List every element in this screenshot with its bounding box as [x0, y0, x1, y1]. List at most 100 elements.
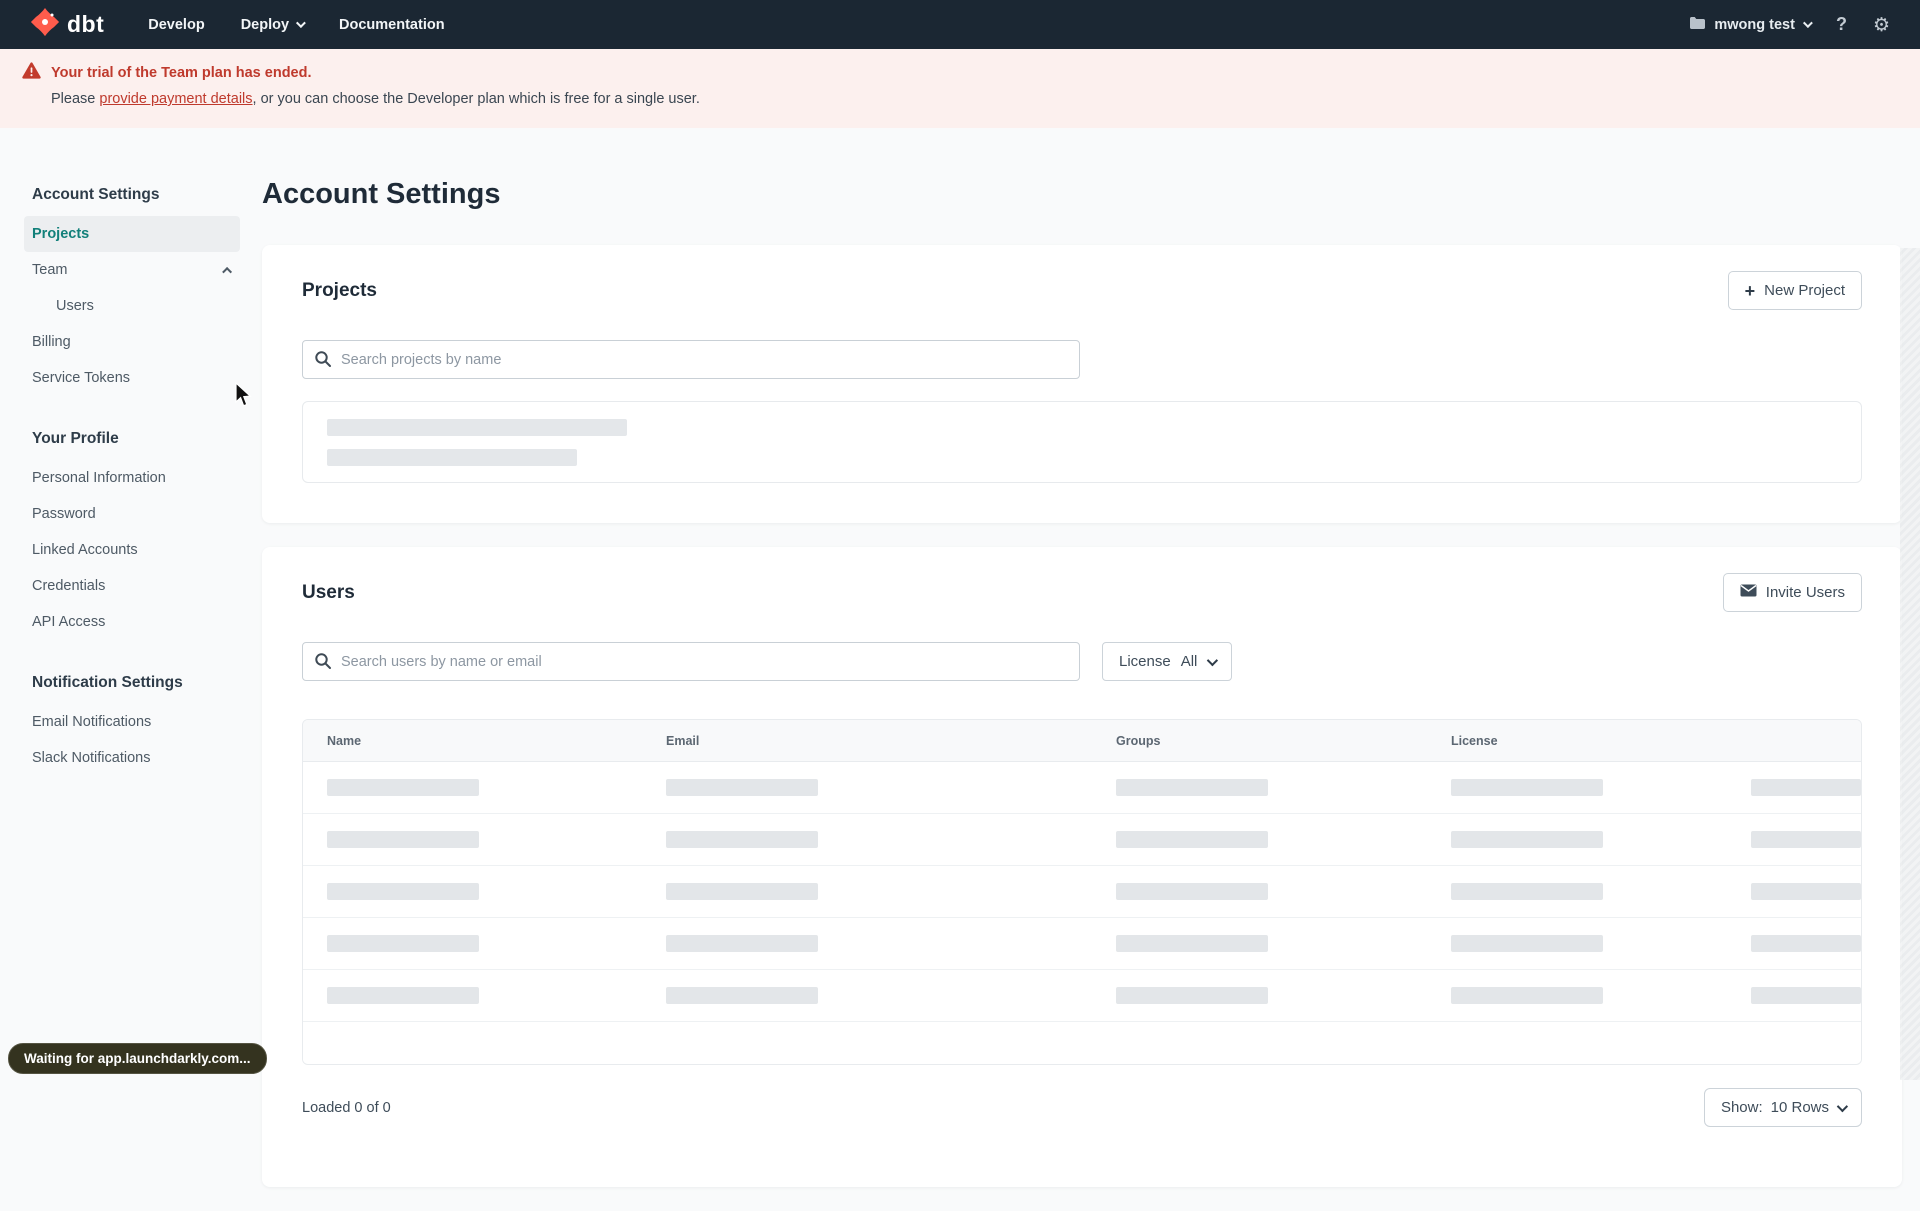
- sidebar-item-label: API Access: [32, 614, 106, 630]
- loading-shimmer-artifact: [1900, 248, 1920, 1080]
- show-label: Show:: [1720, 1099, 1763, 1116]
- skeleton-bar: [1451, 831, 1603, 848]
- skeleton-bar: [327, 883, 479, 900]
- banner-body: Please provide payment details, or you c…: [51, 91, 1920, 107]
- table-cell: [303, 935, 642, 952]
- table-cell: [1427, 987, 1727, 1004]
- skeleton-bar: [1451, 779, 1603, 796]
- nav-item-develop[interactable]: Develop: [148, 17, 204, 33]
- banner-body-prefix: Please: [51, 91, 100, 107]
- table-cell: [642, 883, 1092, 900]
- dbt-logo-text: dbt: [67, 11, 105, 37]
- table-cell: [303, 831, 642, 848]
- sidebar-item-linked-accounts[interactable]: Linked Accounts: [24, 532, 240, 568]
- skeleton-bar: [327, 779, 479, 796]
- table-cell: [642, 935, 1092, 952]
- chevron-down-icon: [295, 18, 306, 29]
- skeleton-bar: [1751, 883, 1861, 900]
- help-icon[interactable]: ?: [1836, 14, 1847, 35]
- sidebar-heading-your-profile: Your Profile: [32, 430, 119, 447]
- dbt-logo-icon: [30, 7, 60, 42]
- projects-loading-skeleton: [302, 401, 1862, 483]
- sidebar-item-label: Linked Accounts: [32, 542, 138, 558]
- skeleton-bar: [1116, 883, 1268, 900]
- sidebar-item-users[interactable]: Users: [24, 288, 240, 324]
- skeleton-bar: [327, 831, 479, 848]
- settings-sidebar: Account Settings Projects Team Users Bil…: [0, 128, 240, 810]
- banner-title: Your trial of the Team plan has ended.: [51, 65, 312, 81]
- chevron-down-icon: [1836, 1100, 1849, 1112]
- sidebar-item-api-access[interactable]: API Access: [24, 604, 240, 640]
- chevron-down-icon: [1802, 18, 1813, 29]
- table-cell: [1727, 935, 1861, 952]
- trial-ended-banner: Your trial of the Team plan has ended. P…: [0, 49, 1920, 128]
- pagination-bar: Loaded 0 of 0 Show: 10 Rows: [302, 1088, 1862, 1127]
- sidebar-item-billing[interactable]: Billing: [24, 324, 240, 360]
- sidebar-item-projects[interactable]: Projects: [24, 216, 240, 252]
- license-filter-value: All: [1180, 653, 1198, 670]
- users-card: Users Invite Users Search users by name …: [262, 547, 1902, 1187]
- account-switcher[interactable]: mwong test: [1689, 16, 1813, 34]
- sidebar-item-service-tokens[interactable]: Service Tokens: [24, 360, 240, 396]
- skeleton-bar: [1116, 831, 1268, 848]
- table-row: [303, 866, 1861, 918]
- sidebar-item-email-notifications[interactable]: Email Notifications: [24, 704, 240, 740]
- table-cell: [1427, 831, 1727, 848]
- search-icon: [314, 652, 332, 675]
- table-cell: [1427, 883, 1727, 900]
- users-table-body: [303, 762, 1861, 1022]
- users-table-header: Name Email Groups License: [303, 720, 1861, 762]
- table-cell: [1092, 883, 1427, 900]
- skeleton-bar: [666, 935, 818, 952]
- table-footer-space: [303, 1022, 1861, 1064]
- nav-item-label: Documentation: [339, 16, 445, 33]
- sidebar-item-label: Users: [56, 298, 94, 314]
- users-card-title: Users: [302, 581, 355, 603]
- sidebar-item-password[interactable]: Password: [24, 496, 240, 532]
- sidebar-item-label: Billing: [32, 334, 71, 350]
- sidebar-item-label: Email Notifications: [32, 714, 152, 730]
- table-cell: [642, 779, 1092, 796]
- plus-icon: +: [1744, 280, 1756, 301]
- sidebar-item-label: Personal Information: [32, 470, 166, 486]
- sidebar-heading-notification-settings: Notification Settings: [32, 674, 183, 691]
- chevron-down-icon: [1207, 654, 1219, 666]
- users-table: Name Email Groups License: [302, 719, 1862, 1065]
- sidebar-item-team[interactable]: Team: [24, 252, 240, 288]
- table-cell: [303, 883, 642, 900]
- table-row: [303, 814, 1861, 866]
- skeleton-bar: [1451, 987, 1603, 1004]
- skeleton-bar: [327, 987, 479, 1004]
- dbt-logo[interactable]: dbt: [30, 7, 104, 42]
- skeleton-bar: [327, 449, 577, 466]
- skeleton-bar: [1751, 779, 1861, 796]
- projects-search-input[interactable]: [302, 340, 1080, 379]
- folder-icon: [1689, 16, 1706, 34]
- skeleton-bar: [666, 831, 818, 848]
- sidebar-item-credentials[interactable]: Credentials: [24, 568, 240, 604]
- sidebar-item-slack-notifications[interactable]: Slack Notifications: [24, 740, 240, 776]
- users-search-input[interactable]: [302, 642, 1080, 681]
- skeleton-bar: [1751, 987, 1861, 1004]
- rows-per-page-dropdown[interactable]: Show: 10 Rows: [1703, 1088, 1862, 1127]
- table-cell: [303, 987, 642, 1004]
- show-value: 10 Rows: [1770, 1099, 1829, 1116]
- invite-users-button[interactable]: Invite Users: [1722, 573, 1862, 612]
- table-cell: [1727, 831, 1861, 848]
- gear-icon[interactable]: ⚙: [1873, 14, 1890, 36]
- skeleton-bar: [666, 987, 818, 1004]
- sidebar-item-label: Team: [32, 262, 68, 278]
- sidebar-item-personal-information[interactable]: Personal Information: [24, 460, 240, 496]
- column-header-license: License: [1451, 733, 1498, 748]
- table-cell: [1092, 831, 1427, 848]
- page-title: Account Settings: [262, 178, 501, 210]
- alert-triangle-icon: [22, 62, 41, 84]
- nav-item-documentation[interactable]: Documentation: [339, 17, 445, 33]
- new-project-button[interactable]: + New Project: [1727, 271, 1862, 310]
- table-row: [303, 762, 1861, 814]
- nav-item-deploy[interactable]: Deploy: [241, 17, 306, 33]
- payment-details-link[interactable]: provide payment details: [99, 91, 252, 107]
- skeleton-bar: [327, 419, 627, 436]
- sidebar-item-label: Password: [32, 506, 96, 522]
- license-filter-dropdown[interactable]: License All: [1102, 642, 1233, 681]
